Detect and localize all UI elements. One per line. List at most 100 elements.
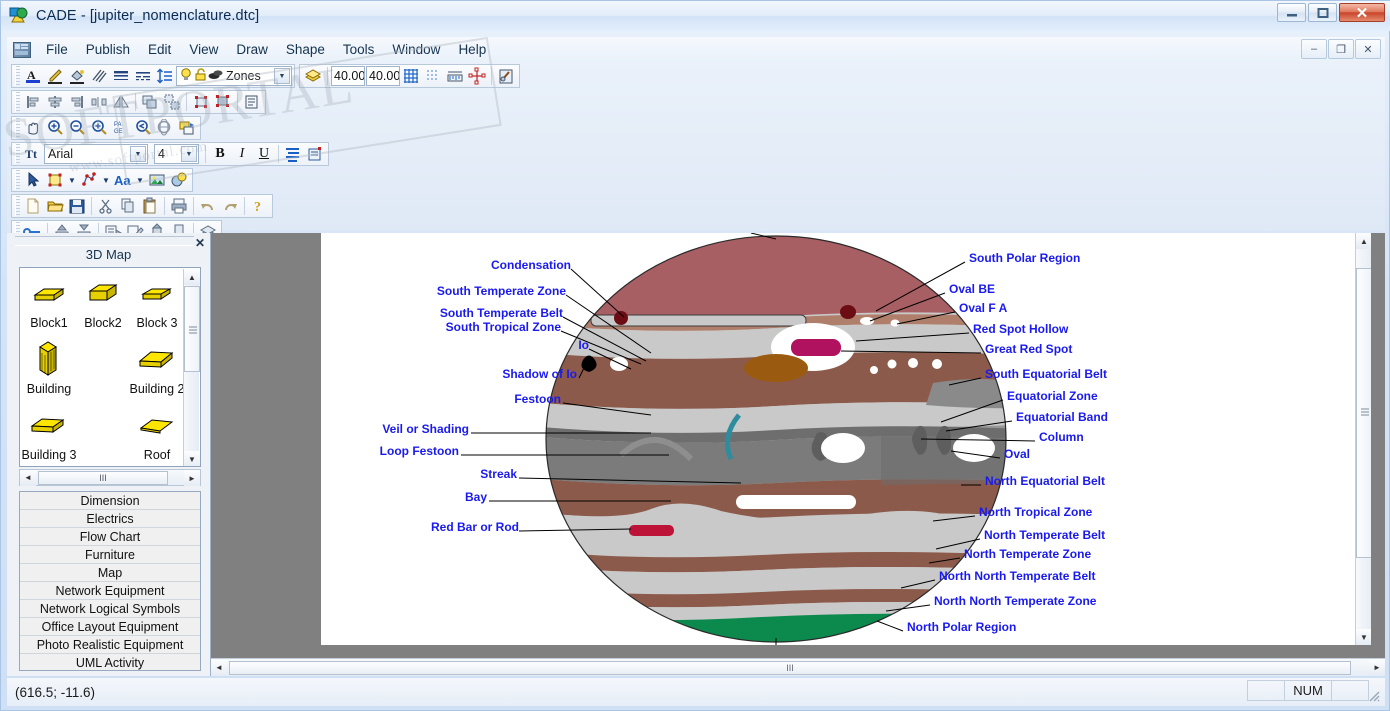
- bold-button[interactable]: B: [209, 144, 231, 165]
- paste-icon[interactable]: [139, 196, 161, 217]
- scroll-right-arrow[interactable]: ►: [184, 470, 200, 486]
- shape-item-roof[interactable]: Roof: [130, 404, 184, 466]
- bring-front-icon[interactable]: [190, 92, 212, 113]
- align-center-icon[interactable]: [44, 92, 66, 113]
- font-name-combo[interactable]: Arial ▼: [44, 144, 148, 164]
- new-file-icon[interactable]: [22, 196, 44, 217]
- zoom-fit-icon[interactable]: PA GE: [110, 118, 132, 139]
- dock-drag-handle[interactable]: [15, 236, 194, 246]
- shape-item-building[interactable]: Building: [22, 338, 76, 404]
- jupiter-nomenclature-diagram[interactable]: Condensation South Temperate Zone South …: [321, 233, 1371, 645]
- category-electrics[interactable]: Electrics: [20, 510, 200, 528]
- category-furniture[interactable]: Furniture: [20, 546, 200, 564]
- category-office-layout-equipment[interactable]: Office Layout Equipment: [20, 618, 200, 636]
- properties-icon[interactable]: [241, 92, 263, 113]
- chevron-down-icon[interactable]: ▼: [181, 146, 197, 162]
- save-disk-icon[interactable]: [66, 196, 88, 217]
- vscroll-thumb[interactable]: [1356, 268, 1371, 558]
- shape-item-building2[interactable]: Building 2: [130, 338, 184, 404]
- align-left-icon[interactable]: [22, 92, 44, 113]
- close-button[interactable]: ✕: [1339, 3, 1385, 22]
- menu-tools[interactable]: Tools: [334, 40, 384, 59]
- copy-icon[interactable]: [117, 196, 139, 217]
- scroll-right-arrow[interactable]: ►: [1369, 659, 1385, 675]
- category-network-equipment[interactable]: Network Equipment: [20, 582, 200, 600]
- mdi-close-button[interactable]: ✕: [1355, 39, 1381, 59]
- menu-window[interactable]: Window: [383, 40, 449, 59]
- line-weight-icon[interactable]: [132, 66, 154, 87]
- toolbar-grip[interactable]: [15, 66, 20, 86]
- chevron-down-icon[interactable]: ▼: [130, 146, 146, 162]
- dock-close-icon[interactable]: ✕: [195, 236, 205, 250]
- open-folder-icon[interactable]: [44, 196, 66, 217]
- mdi-minimize-button[interactable]: –: [1301, 39, 1327, 59]
- zoom-in-icon[interactable]: [44, 118, 66, 139]
- shape-item-block1[interactable]: Block1: [22, 272, 76, 338]
- resize-grip[interactable]: [1367, 689, 1381, 703]
- toolbar-grip[interactable]: [15, 196, 20, 216]
- select-arrow-icon[interactable]: [22, 170, 44, 191]
- snap-dots-icon[interactable]: [422, 66, 444, 87]
- text-tool-icon[interactable]: Aa: [112, 170, 134, 191]
- category-uml-activity[interactable]: UML Activity: [20, 654, 200, 670]
- toolbar-grip[interactable]: [15, 144, 20, 164]
- hscroll-thumb[interactable]: III: [38, 471, 168, 485]
- menu-file[interactable]: File: [37, 40, 77, 59]
- grid-icon[interactable]: [400, 66, 422, 87]
- canvas-vscrollbar[interactable]: ▲ ▼: [1355, 233, 1371, 645]
- maximize-button[interactable]: [1308, 3, 1337, 22]
- shape-item-block3[interactable]: Block 3: [130, 272, 184, 338]
- scroll-left-arrow[interactable]: ◄: [211, 659, 227, 676]
- shape-fill-icon[interactable]: [168, 170, 190, 191]
- distribute-icon[interactable]: [88, 92, 110, 113]
- paragraph-align-icon[interactable]: [282, 144, 304, 165]
- zoom-out-icon[interactable]: [66, 118, 88, 139]
- help-icon[interactable]: ?: [248, 196, 270, 217]
- menu-publish[interactable]: Publish: [77, 40, 139, 59]
- shape-item-building3[interactable]: Building 3: [22, 404, 76, 466]
- rectangle-dropdown-arrow[interactable]: ▼: [66, 170, 78, 191]
- text-properties-icon[interactable]: [304, 144, 326, 165]
- hatch-pattern-icon[interactable]: [88, 66, 110, 87]
- category-photo-realistic-equipment[interactable]: Photo Realistic Equipment: [20, 636, 200, 654]
- group-icon[interactable]: [139, 92, 161, 113]
- layer-stack-icon[interactable]: [302, 66, 324, 87]
- menu-edit[interactable]: Edit: [139, 40, 180, 59]
- rectangle-icon[interactable]: [44, 170, 66, 191]
- cut-scissors-icon[interactable]: [95, 196, 117, 217]
- menu-shape[interactable]: Shape: [277, 40, 334, 59]
- mdi-restore-button[interactable]: ❐: [1328, 39, 1354, 59]
- align-right-icon[interactable]: [66, 92, 88, 113]
- image-icon[interactable]: [146, 170, 168, 191]
- toolbar-grip[interactable]: [15, 170, 20, 190]
- italic-button[interactable]: I: [231, 144, 253, 165]
- polyline-dropdown-arrow[interactable]: ▼: [100, 170, 112, 191]
- line-spacing-icon[interactable]: [154, 66, 176, 87]
- shape-gallery-hscrollbar[interactable]: ◄ III ►: [19, 469, 201, 486]
- chevron-down-icon[interactable]: ▼: [274, 68, 290, 84]
- menu-view[interactable]: View: [180, 40, 227, 59]
- font-size-combo[interactable]: 4 ▼: [154, 144, 199, 164]
- category-network-logical-symbols[interactable]: Network Logical Symbols: [20, 600, 200, 618]
- undo-icon[interactable]: [197, 196, 219, 217]
- hscroll-thumb[interactable]: III: [229, 661, 1351, 675]
- grid-x-input[interactable]: 40.00: [331, 66, 365, 86]
- underline-button[interactable]: U: [253, 144, 275, 165]
- redo-icon[interactable]: [219, 196, 241, 217]
- category-dimension[interactable]: Dimension: [20, 492, 200, 510]
- line-style-icon[interactable]: [110, 66, 132, 87]
- ruler-icon[interactable]: [444, 66, 466, 87]
- drawing-canvas[interactable]: Condensation South Temperate Zone South …: [321, 233, 1371, 645]
- zoom-previous-icon[interactable]: [132, 118, 154, 139]
- zoom-window-icon[interactable]: [88, 118, 110, 139]
- font-color-icon[interactable]: A: [22, 66, 44, 87]
- text-dropdown-arrow[interactable]: ▼: [134, 170, 146, 191]
- toolbar-grip[interactable]: [15, 118, 20, 138]
- ungroup-icon[interactable]: [161, 92, 183, 113]
- zoom-all-icon[interactable]: [154, 118, 176, 139]
- mdi-system-icon[interactable]: [13, 41, 31, 58]
- layer-combo[interactable]: Zones ▼: [176, 66, 292, 86]
- scroll-up-arrow[interactable]: ▲: [184, 269, 200, 285]
- pan-hand-icon[interactable]: [22, 118, 44, 139]
- vscroll-thumb[interactable]: [184, 286, 200, 372]
